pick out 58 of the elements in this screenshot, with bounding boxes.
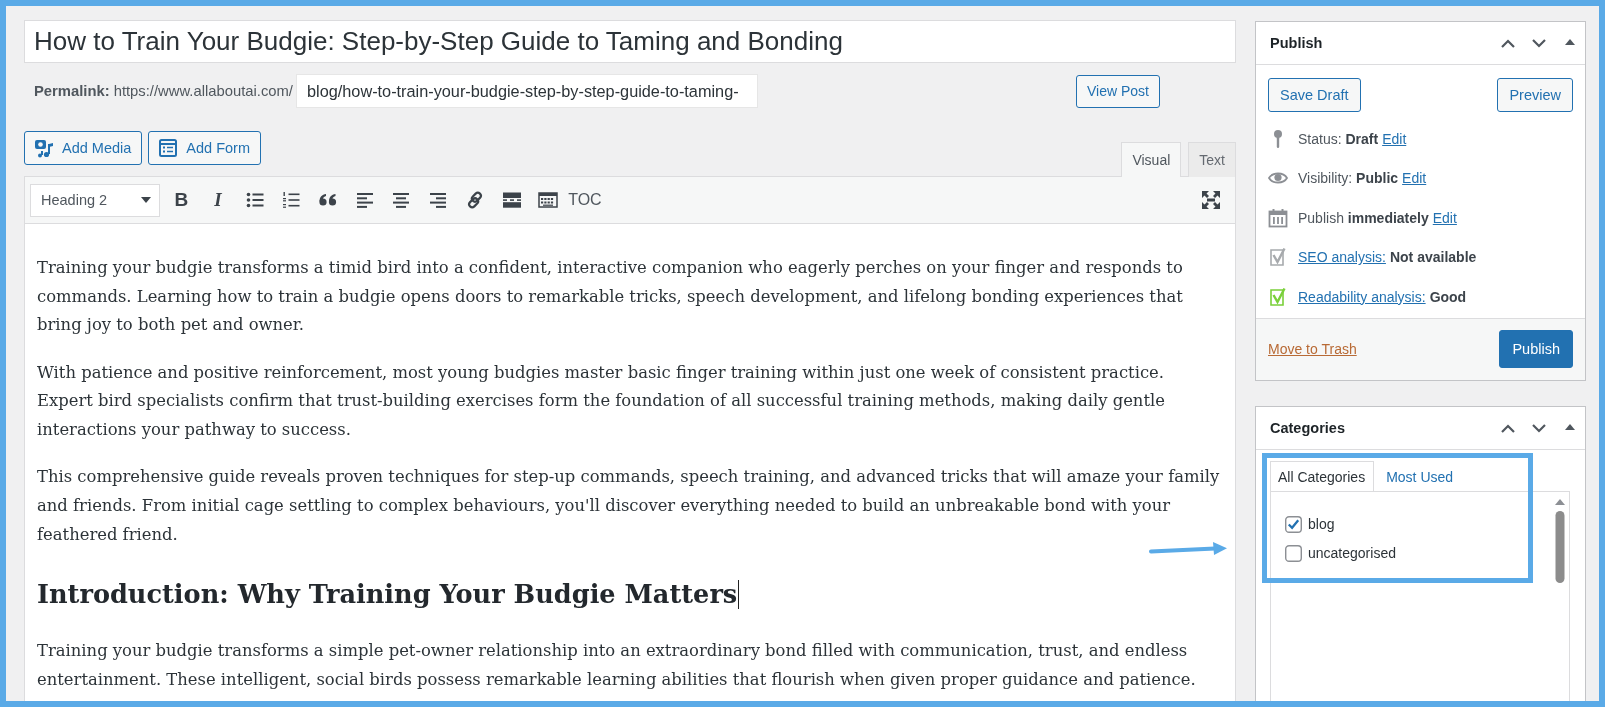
- toc-button[interactable]: TOC: [568, 191, 602, 209]
- category-label: blog: [1308, 516, 1335, 532]
- heading-text: Introduction: Why Training Your Budgie Matters: [37, 578, 738, 609]
- view-post-button[interactable]: View Post: [1076, 74, 1160, 108]
- seo-analysis-link[interactable]: SEO analysis:: [1298, 249, 1386, 266]
- chevron-down-icon[interactable]: [1531, 422, 1547, 433]
- checkbox[interactable]: [1285, 544, 1302, 562]
- fullscreen-icon[interactable]: [1201, 190, 1221, 210]
- align-left-icon[interactable]: [354, 190, 375, 210]
- seo-result: Not available: [1389, 249, 1477, 266]
- editor-tab[interactable]: Text: [1188, 142, 1236, 177]
- camera-note-icon: [34, 138, 54, 158]
- align-center-icon[interactable]: [391, 190, 412, 210]
- category-tab[interactable]: Most Used: [1378, 460, 1463, 492]
- preview-button[interactable]: Preview: [1497, 78, 1573, 112]
- visibility-text: Visibility: Public: [1298, 170, 1399, 187]
- add-form-button[interactable]: Add Form: [148, 131, 261, 165]
- status-text: Status: Draft: [1298, 130, 1379, 147]
- checkbox[interactable]: [1285, 515, 1302, 533]
- publish-button[interactable]: Publish: [1499, 330, 1573, 368]
- triangle-up-icon[interactable]: [1565, 423, 1575, 430]
- paragraph-text: Training your budgie transforms a simple pet-owner relationship into an extraordinary bond filled with communication, trust, and endless entertainment. These intelligent, social birds possess remarkable learning abilities that flourish when given proper guidance and patience.: [37, 641, 1196, 690]
- numbered-list-icon[interactable]: [281, 190, 302, 210]
- edit-link[interactable]: Edit: [1432, 209, 1457, 226]
- title-field[interactable]: How to Train Your Budgie: Step-by-Step Guide to Taming and Bonding: [24, 20, 1236, 63]
- paragraph-text: Training your budgie transforms a timid bird into a confident, interactive companion who eagerly perches on your finger and responds to commands. Learning how to train a budgie opens doors to remarkable tricks, speech development, and lifelong bonding experiences that bring joy to both pet and owner.: [37, 258, 1183, 335]
- add-media-button[interactable]: Add Media: [24, 131, 143, 165]
- paragraph-text: This comprehensive guide reveals proven techniques for step-up commands, speech training, and advanced tricks that will amaze your family and friends. From initial cage settling to complex behaviours, you'll discover everything needed to build an unbreakable bond with your feathered friend.: [37, 467, 1220, 544]
- chevron-down-icon[interactable]: [1531, 38, 1547, 48]
- keyboard-icon[interactable]: [538, 190, 559, 210]
- format-select[interactable]: Heading 2: [30, 183, 160, 217]
- calendar-icon: [1268, 207, 1288, 228]
- panel-title: Publish: [1270, 35, 1323, 51]
- readability-result: Good: [1429, 288, 1467, 305]
- move-to-trash-link[interactable]: Move to Trash: [1268, 341, 1357, 357]
- edit-link[interactable]: Edit: [1402, 170, 1427, 187]
- permalink-label: Permalink:: [34, 83, 110, 99]
- triangle-up-icon[interactable]: [1565, 39, 1575, 45]
- permalink-url: https://www.allaboutai.com/: [113, 83, 293, 99]
- chevron-up-icon[interactable]: [1500, 422, 1516, 433]
- category-label: uncategorised: [1308, 545, 1396, 561]
- slug-field[interactable]: blog/how-to-train-your-budgie-step-by-step-guide-to-taming-: [295, 74, 758, 108]
- bold-button[interactable]: B: [174, 189, 189, 211]
- caret-icon: [141, 197, 151, 203]
- chevron-up-icon[interactable]: [1500, 38, 1516, 48]
- panel-title: Categories: [1270, 419, 1345, 436]
- paragraph-text: With patience and positive reinforcement, most young budgies master basic finger training within just one week of consistent practice. Expert bird specialists confirm that trust-building exercises form the foundation of all successful training methods, making daily gentle interactions your pathway to success.: [37, 362, 1165, 439]
- readability-analysis-link[interactable]: Readability analysis:: [1298, 288, 1426, 305]
- align-right-icon[interactable]: [428, 190, 449, 210]
- editor-tab[interactable]: Visual: [1121, 142, 1182, 177]
- dashed-bar-icon[interactable]: [501, 190, 522, 210]
- save-draft-button[interactable]: Save Draft: [1268, 78, 1361, 112]
- edit-link[interactable]: Edit: [1382, 130, 1407, 147]
- bullet-list-icon[interactable]: [244, 190, 265, 210]
- schedule-text: Publish immediately: [1298, 209, 1429, 226]
- form-icon: [158, 138, 179, 158]
- category-tab[interactable]: All Categories: [1270, 460, 1375, 492]
- italic-button[interactable]: I: [214, 189, 222, 211]
